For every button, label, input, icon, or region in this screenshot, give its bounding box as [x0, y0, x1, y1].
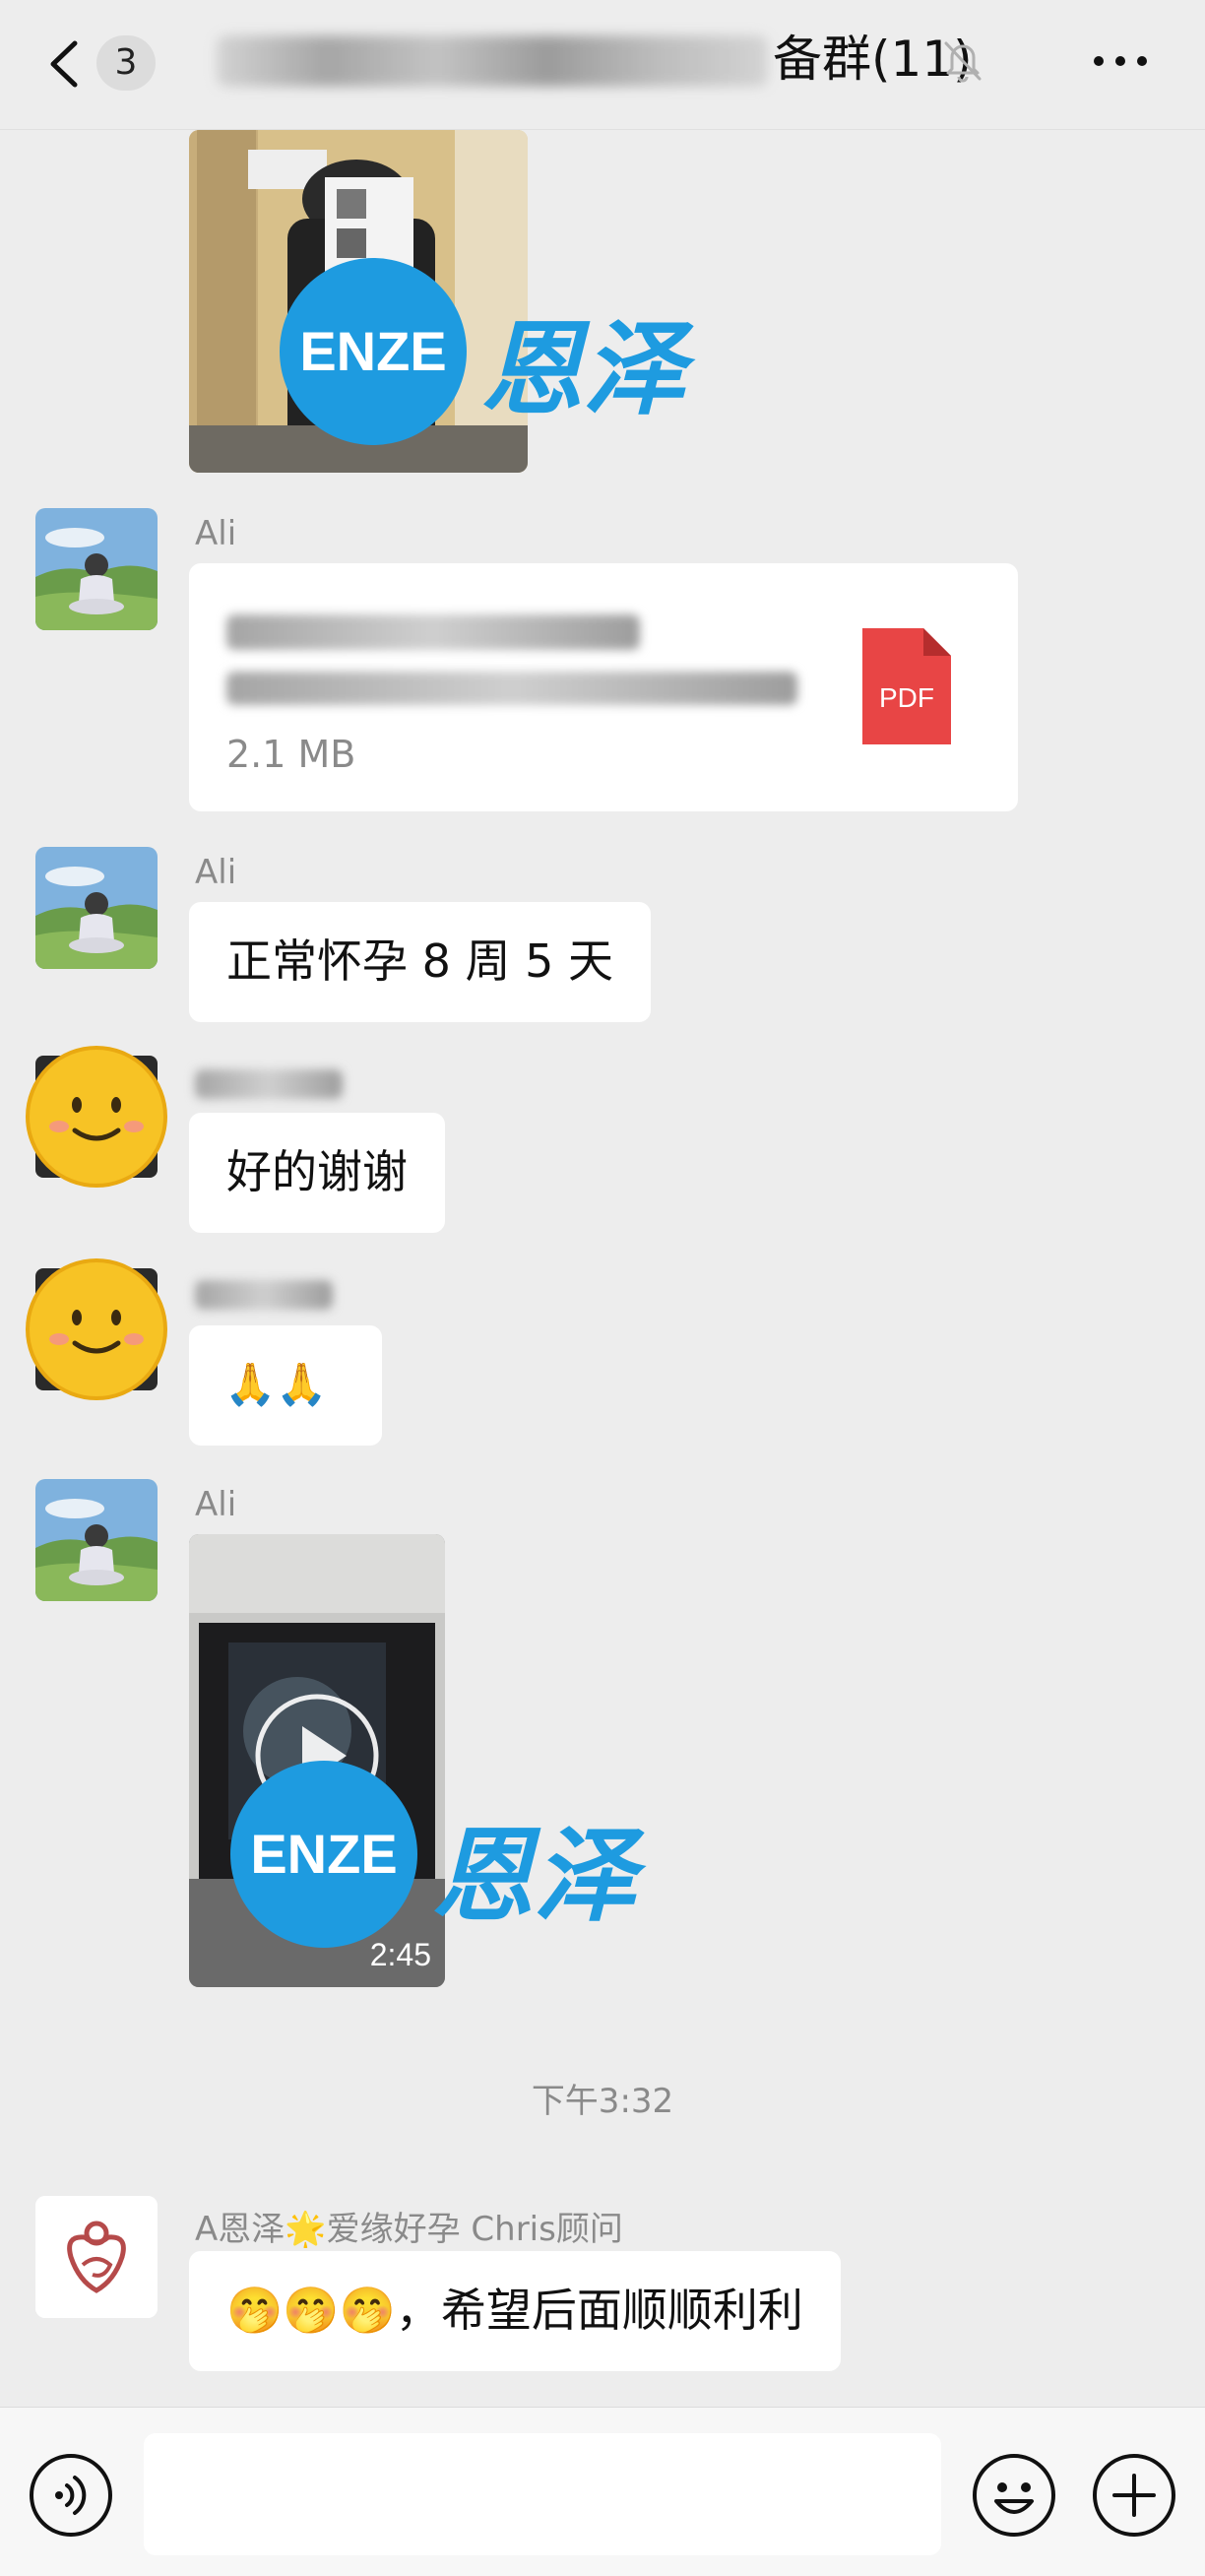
redacted-file-name [226, 614, 640, 650]
chevron-left-icon [50, 40, 78, 88]
avatar[interactable] [35, 847, 158, 969]
voice-button[interactable] [28, 2452, 114, 2539]
plus-icon [1093, 2454, 1175, 2537]
pdf-icon: PDF [862, 628, 951, 744]
file-size: 2.1 MB [226, 733, 356, 776]
pdf-label: PDF [879, 682, 934, 713]
redacted-group-name [217, 35, 768, 87]
video-message[interactable]: ENZE 2:45 [189, 1534, 445, 1987]
emoji-message[interactable]: 🙏🙏 [189, 1325, 382, 1446]
voice-icon [30, 2454, 112, 2537]
more-functions-button[interactable] [1091, 2452, 1177, 2539]
text-message[interactable]: 🤭🤭🤭，希望后面顺顺利利 [189, 2251, 841, 2371]
image-message[interactable]: ENZE [189, 130, 528, 473]
chat-header: 3 备群(11) [0, 0, 1205, 130]
sender-name: Ali [195, 514, 237, 553]
avatar[interactable] [35, 508, 158, 630]
emoji-avatar[interactable] [26, 1258, 167, 1400]
text-message[interactable]: 正常怀孕 8 周 5 天 [189, 902, 652, 1022]
sender-name: A恩泽🌟爱缘好孕 Chris顾问 [195, 2210, 623, 2249]
enze-watermark-text: 恩泽 [431, 1815, 637, 1936]
back-button[interactable] [39, 30, 98, 98]
text-message[interactable]: 好的谢谢 [189, 1113, 445, 1233]
file-message[interactable]: 2.1 MB PDF [189, 563, 1018, 811]
more-dots-icon [1094, 56, 1147, 66]
message-input[interactable] [144, 2433, 941, 2555]
redacted-sender-name [195, 1069, 343, 1099]
emoji-button[interactable] [971, 2452, 1057, 2539]
sender-name: Ali [195, 853, 237, 892]
redacted-sender-name [195, 1280, 333, 1310]
redacted-file-name [226, 672, 797, 705]
emoji-avatar[interactable] [26, 1046, 167, 1188]
enze-watermark-text: 恩泽 [480, 308, 686, 429]
video-duration: 2:45 [369, 1937, 431, 1972]
avatar[interactable] [35, 1479, 158, 1601]
bell-off-icon [940, 37, 985, 83]
avatar[interactable] [35, 2196, 158, 2318]
emoji-icon [973, 2454, 1055, 2537]
unread-count-badge[interactable]: 3 [96, 35, 156, 91]
timestamp: 下午3:32 [531, 2082, 674, 2121]
enze-watermark-logo: ENZE [230, 1761, 417, 1948]
sender-name: Ali [195, 1485, 237, 1524]
input-bar [0, 2407, 1205, 2576]
enze-watermark-logo: ENZE [280, 258, 467, 445]
more-options-button[interactable] [1083, 39, 1162, 83]
